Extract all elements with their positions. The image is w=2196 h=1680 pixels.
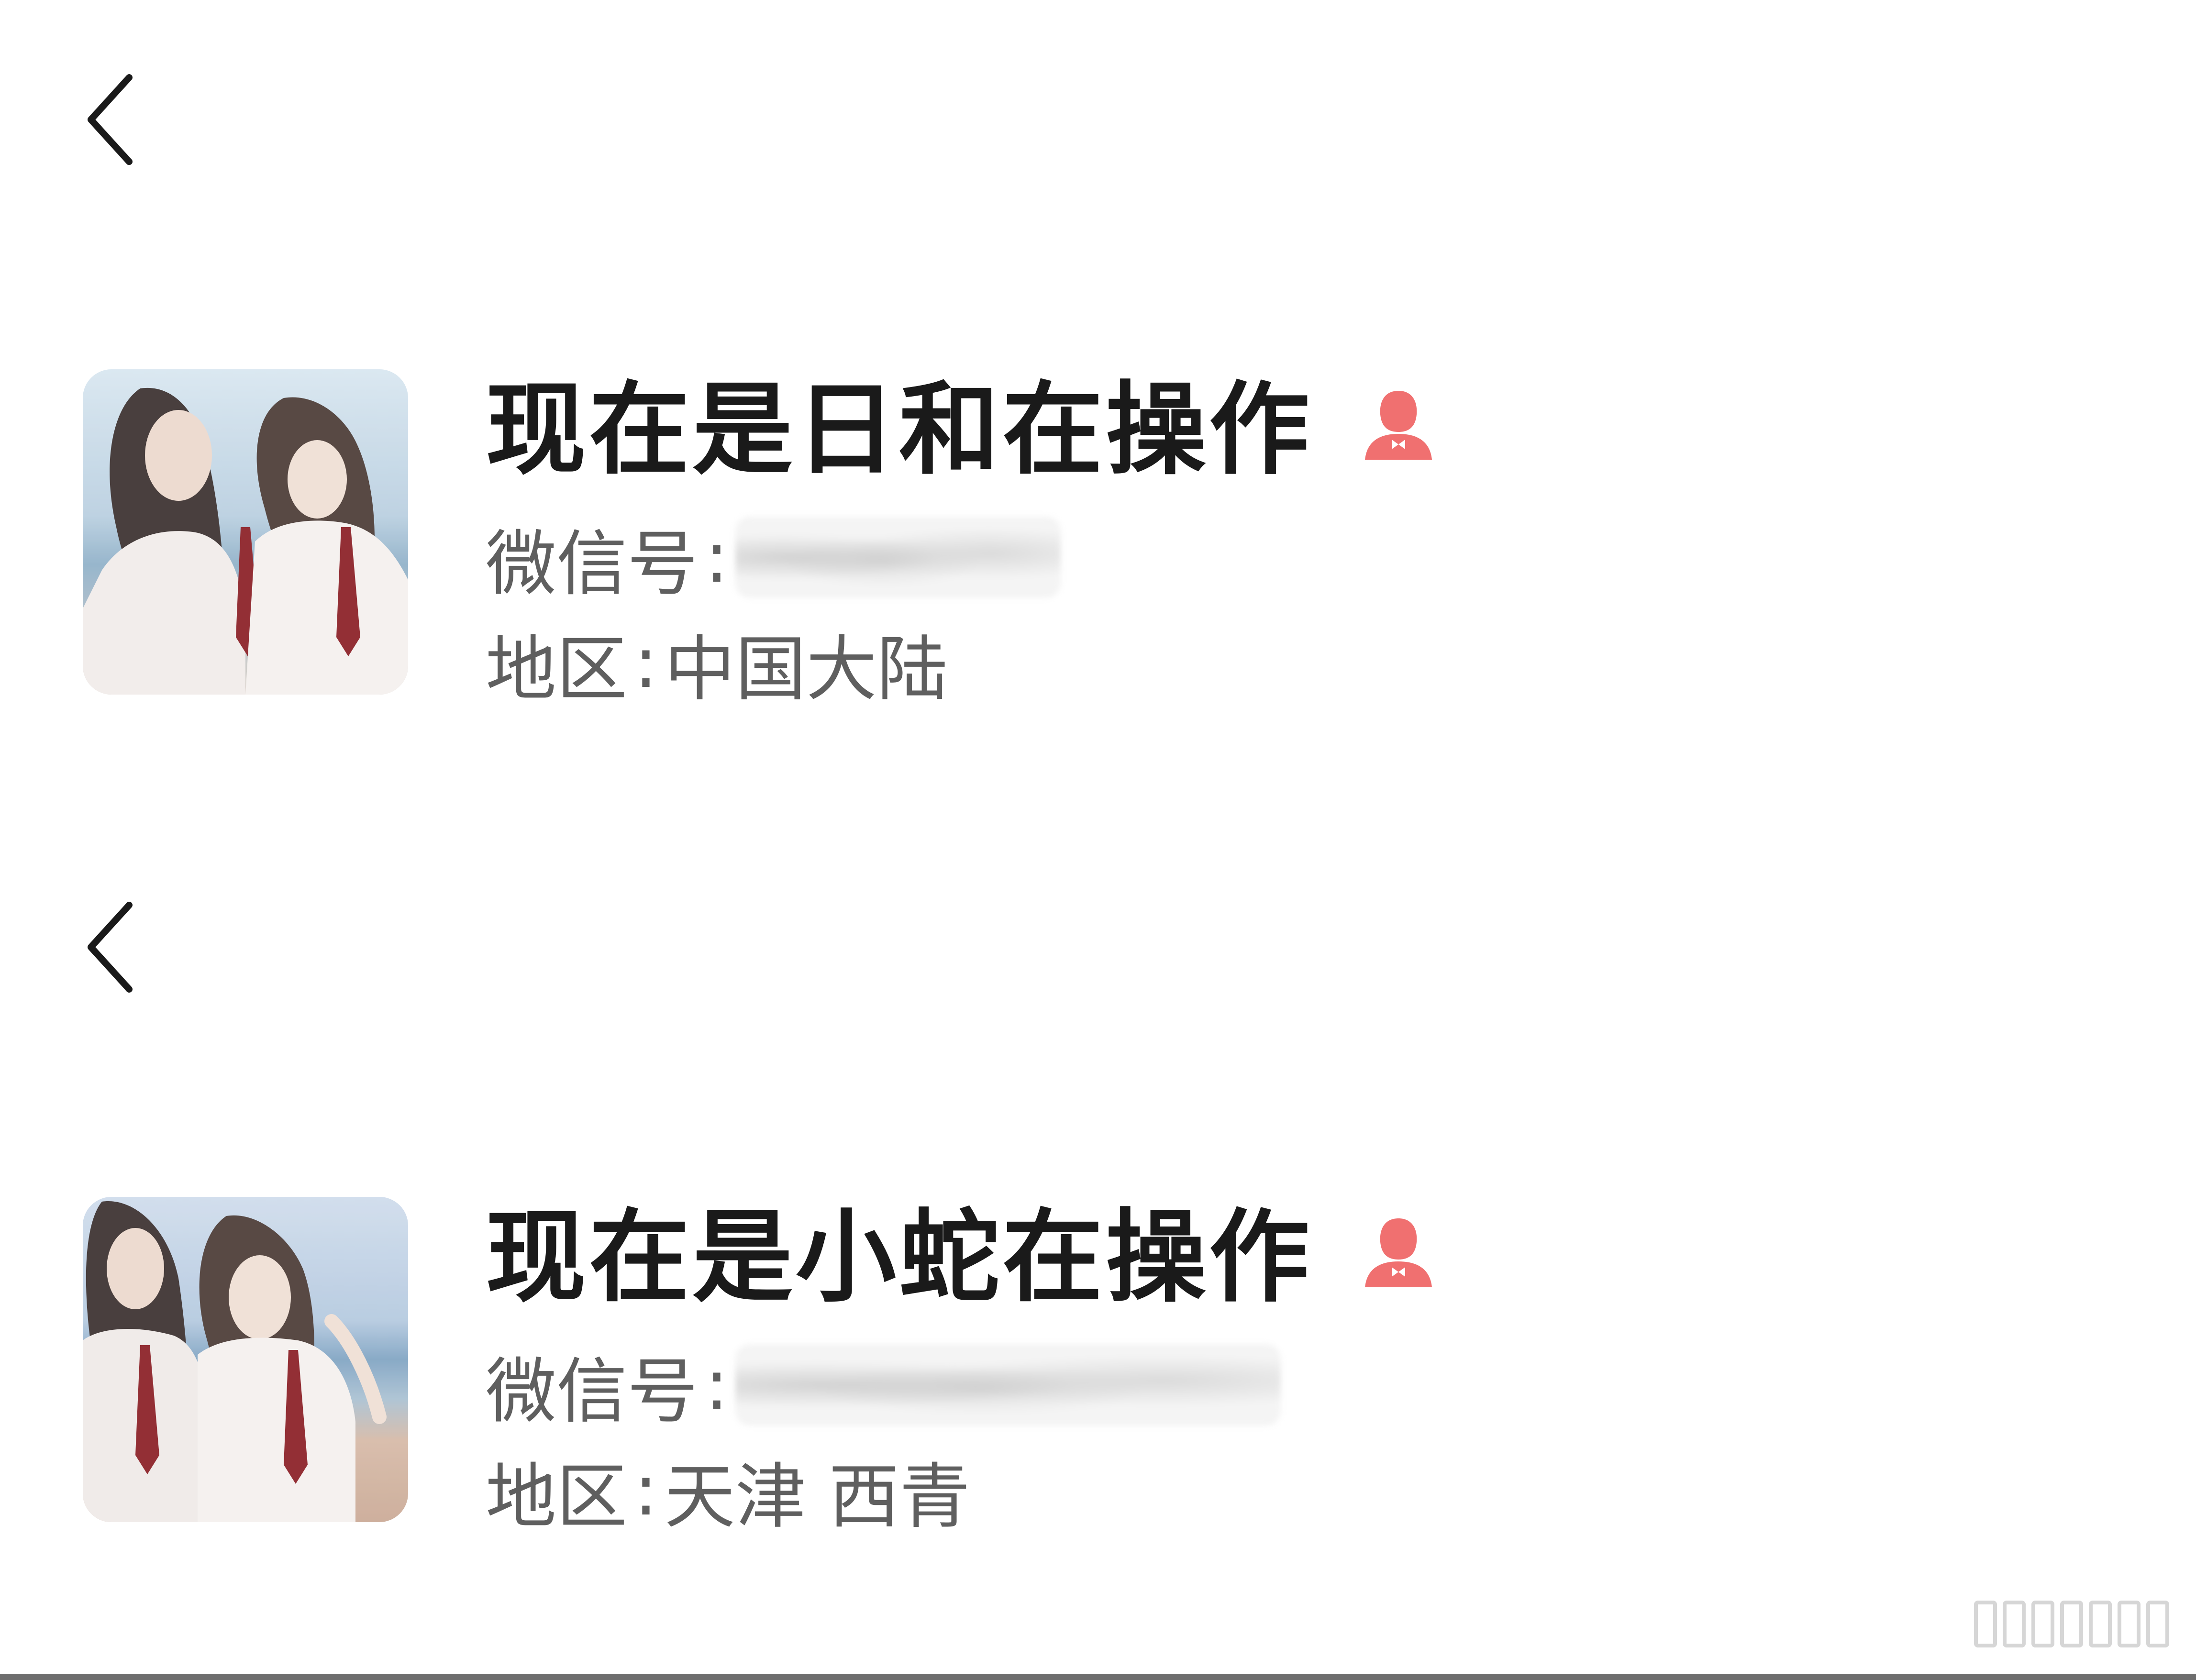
nickname-row: 现在是小蛇在操作 (486, 1191, 1437, 1316)
nickname-row: 现在是日和在操作 (486, 364, 1437, 488)
female-icon (1360, 388, 1437, 460)
region-label: 地区 (486, 628, 627, 710)
wechat-id-value-blurred (735, 517, 1061, 598)
bottom-divider (0, 1674, 2196, 1680)
female-icon (1360, 1216, 1437, 1287)
region-label: 地区 (486, 1455, 627, 1538)
colon: : (705, 516, 729, 598)
region-row: 地区 : 中国大陆 (486, 619, 948, 710)
wechat-id-label: 微信号 (486, 1350, 698, 1433)
wechat-id-row: 微信号 : (486, 1342, 1281, 1433)
colon: : (634, 621, 658, 704)
avatar-image (83, 369, 408, 695)
wechat-id-label: 微信号 (486, 522, 698, 605)
back-button[interactable] (77, 899, 144, 995)
region-value: 天津 西青 (664, 1455, 970, 1538)
wechat-id-value-blurred (735, 1344, 1281, 1426)
nickname: 现在是小蛇在操作 (486, 1199, 1313, 1316)
colon: : (705, 1344, 729, 1426)
profile-panel-2: 现在是小蛇在操作 微信号 : 地区 : 天津 西青 (0, 828, 2196, 1655)
chevron-left-icon (88, 902, 133, 993)
back-button[interactable] (77, 72, 144, 167)
region-value: 中国大陆 (664, 628, 948, 710)
chevron-left-icon (88, 74, 133, 165)
watermark-graphic (1971, 1593, 2177, 1655)
region-row: 地区 : 天津 西青 (486, 1447, 970, 1538)
profile-panel-1: 现在是日和在操作 微信号 : 地区 : 中国大陆 (0, 0, 2196, 828)
colon: : (634, 1449, 658, 1531)
avatar[interactable] (83, 1197, 408, 1522)
wechat-id-row: 微信号 : (486, 514, 1061, 605)
nickname: 现在是日和在操作 (486, 371, 1313, 488)
avatar[interactable] (83, 369, 408, 695)
avatar-image (83, 1197, 408, 1522)
